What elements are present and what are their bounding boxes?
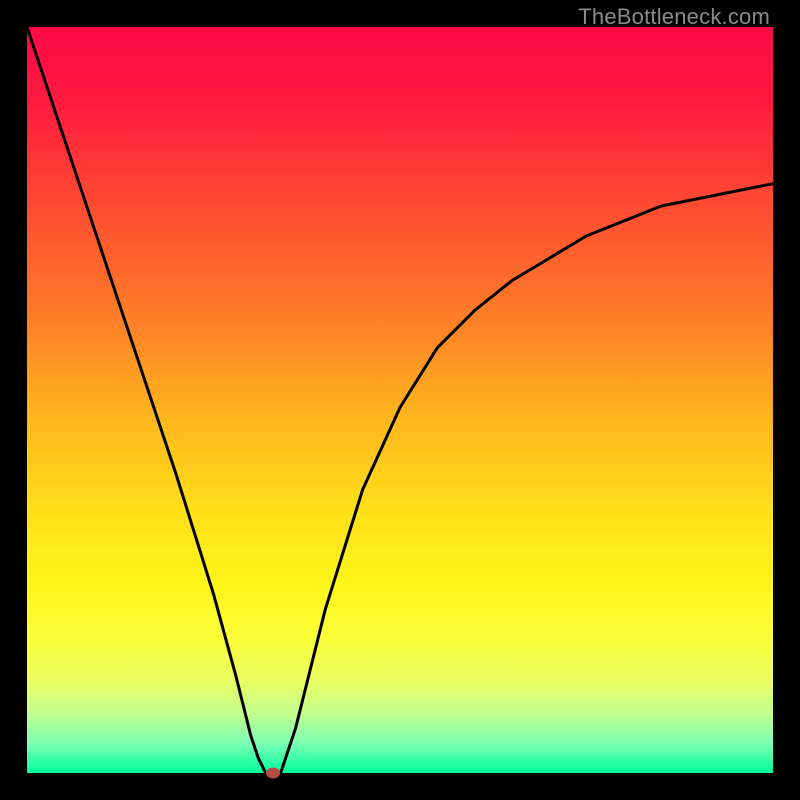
bottleneck-curve (27, 27, 773, 773)
plot-area (27, 27, 773, 773)
chart-frame: TheBottleneck.com (0, 0, 800, 800)
optimum-marker (266, 768, 280, 779)
curve-svg (27, 27, 773, 773)
